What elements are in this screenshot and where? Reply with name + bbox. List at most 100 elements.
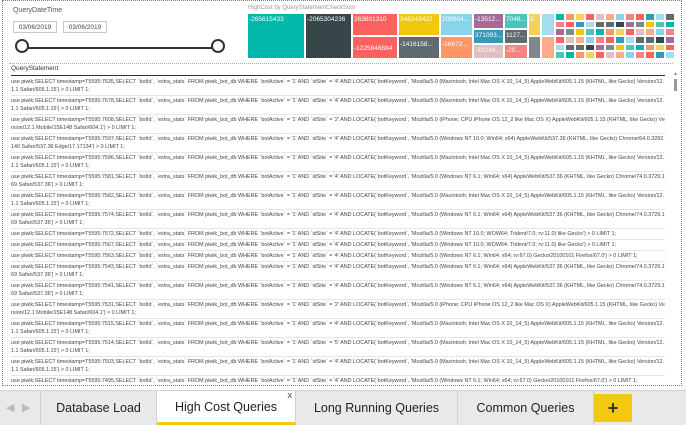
treemap-cell[interactable] xyxy=(565,28,575,36)
treemap-cell[interactable] xyxy=(665,20,675,29)
treemap-cell[interactable] xyxy=(575,28,585,36)
treemap-cell[interactable] xyxy=(615,28,625,36)
treemap-cell[interactable]: 263801310 xyxy=(352,13,398,36)
treemap-cell[interactable] xyxy=(625,20,635,29)
treemap-cell[interactable] xyxy=(565,51,575,59)
treemap-cell[interactable] xyxy=(605,51,615,59)
treemap-cell[interactable] xyxy=(615,13,625,21)
treemap-cell[interactable] xyxy=(665,51,675,59)
table-row[interactable]: use piwik;SELECT timestamp=T5595:7563,SE… xyxy=(11,251,665,262)
treemap-cell[interactable] xyxy=(665,43,675,52)
slider-end-handle[interactable] xyxy=(211,39,225,53)
treemap-cell[interactable] xyxy=(595,36,605,44)
treemap-cell[interactable] xyxy=(635,20,645,29)
treemap-cell[interactable] xyxy=(555,28,565,36)
treemap-cell[interactable] xyxy=(595,20,605,29)
table-scrollbar[interactable]: ▲ xyxy=(673,71,678,383)
treemap-cell[interactable] xyxy=(605,43,615,52)
treemap-cell[interactable] xyxy=(585,51,595,59)
table-header[interactable]: QueryStatement xyxy=(11,65,58,72)
treemap-cell[interactable] xyxy=(635,28,645,36)
table-row[interactable]: use piwik;SELECT timestamp=T5595:7543,SE… xyxy=(11,262,665,281)
treemap-cell[interactable] xyxy=(625,43,635,52)
treemap-cell[interactable] xyxy=(585,36,595,44)
table-row[interactable]: use piwik;SELECT timestamp=T5595:7541,SE… xyxy=(11,281,665,300)
treemap-cell[interactable] xyxy=(635,36,645,44)
treemap-cell[interactable] xyxy=(635,43,645,52)
treemap-chart[interactable]: -265615433 -2065304236 263801310 -122584… xyxy=(247,13,675,59)
treemap-cell[interactable] xyxy=(655,43,665,52)
treemap-cell[interactable] xyxy=(575,43,585,52)
treemap-cell[interactable]: -265615433 xyxy=(247,13,305,59)
treemap-cell[interactable] xyxy=(585,13,595,21)
treemap-cell[interactable] xyxy=(635,51,645,59)
treemap-cell[interactable] xyxy=(541,13,555,36)
slider-start-handle[interactable] xyxy=(15,39,29,53)
scroll-thumb[interactable] xyxy=(674,79,677,91)
treemap-cell[interactable] xyxy=(615,20,625,29)
treemap-cell[interactable] xyxy=(645,13,655,21)
treemap-cell[interactable] xyxy=(565,36,575,44)
treemap-small-cells[interactable] xyxy=(555,13,675,59)
table-row[interactable]: use piwik;SELECT timestamp=T5595:7574,SE… xyxy=(11,210,665,229)
treemap-cell[interactable] xyxy=(655,51,665,59)
treemap-cell[interactable] xyxy=(665,13,675,21)
scroll-up-icon[interactable]: ▲ xyxy=(673,71,678,77)
treemap-cell[interactable] xyxy=(575,36,585,44)
treemap-cell[interactable] xyxy=(615,43,625,52)
table-row[interactable]: use piwik;SELECT timestamp=T5595:7495,SE… xyxy=(11,376,665,385)
treemap-cell[interactable] xyxy=(595,28,605,36)
close-icon[interactable]: x xyxy=(288,379,293,411)
treemap-cell[interactable]: -13512... xyxy=(473,13,504,29)
treemap-cell[interactable]: 371093... xyxy=(473,29,504,44)
treemap-cell[interactable] xyxy=(555,43,565,52)
treemap-cell[interactable] xyxy=(625,51,635,59)
treemap-cell[interactable] xyxy=(585,20,595,29)
treemap-cell[interactable] xyxy=(565,13,575,21)
table-row[interactable]: use piwik;SELECT timestamp=T5595:7515,SE… xyxy=(11,319,665,338)
treemap-cell[interactable] xyxy=(605,13,615,21)
table-row[interactable]: use piwik;SELECT timestamp=T5595:7514,SE… xyxy=(11,338,665,357)
treemap-cell[interactable] xyxy=(555,13,565,21)
treemap-cell[interactable] xyxy=(575,51,585,59)
treemap-cell[interactable] xyxy=(665,28,675,36)
treemap-cell[interactable] xyxy=(595,13,605,21)
treemap-cell[interactable] xyxy=(645,36,655,44)
treemap-cell[interactable] xyxy=(645,43,655,52)
table-row[interactable]: use piwik;SELECT timestamp=T5595:7635,SE… xyxy=(11,77,665,96)
treemap-cell[interactable] xyxy=(565,43,575,52)
treemap-cell[interactable]: 7048... xyxy=(504,13,528,29)
table-row[interactable]: use piwik;SELECT timestamp=T5595:7678,SE… xyxy=(11,96,665,115)
treemap-cell[interactable] xyxy=(555,51,565,59)
treemap-cell[interactable] xyxy=(615,51,625,59)
tab-long-running-queries[interactable]: Long Running Queries xyxy=(296,391,458,425)
add-page-button[interactable]: + xyxy=(594,394,632,422)
treemap-cell[interactable] xyxy=(528,36,541,59)
table-row[interactable]: use piwik;SELECT timestamp=T5595:7597,SE… xyxy=(11,134,665,153)
treemap-cell[interactable]: 1127... xyxy=(504,29,528,44)
table-row[interactable]: use piwik;SELECT timestamp=T5595:7567,SE… xyxy=(11,240,665,251)
treemap-cell[interactable] xyxy=(575,13,585,21)
treemap-cell[interactable]: -16873... xyxy=(440,36,473,59)
treemap-cell[interactable]: 209904... xyxy=(440,13,473,36)
treemap-cell[interactable] xyxy=(655,28,665,36)
treemap-cell[interactable] xyxy=(625,28,635,36)
slider-track[interactable] xyxy=(22,47,220,49)
treemap-cell[interactable] xyxy=(655,20,665,29)
treemap-cell[interactable] xyxy=(605,28,615,36)
treemap-cell[interactable] xyxy=(555,20,565,29)
treemap-cell[interactable] xyxy=(645,20,655,29)
treemap-cell[interactable] xyxy=(625,36,635,44)
treemap-cell[interactable]: 5... xyxy=(528,13,541,36)
treemap-cell[interactable] xyxy=(555,36,565,44)
table-row[interactable]: use piwik;SELECT timestamp=T5595:7503,SE… xyxy=(11,357,665,376)
prev-page-icon[interactable]: ◀ xyxy=(6,401,14,414)
treemap-cell[interactable]: -20... xyxy=(504,44,528,59)
treemap-cell[interactable] xyxy=(595,43,605,52)
treemap-cell[interactable]: -2065304236 xyxy=(305,13,352,59)
start-date-input[interactable]: 03/06/2019 xyxy=(13,21,57,33)
next-page-icon[interactable]: ▶ xyxy=(22,401,30,414)
query-table[interactable]: use piwik;SELECT timestamp=T5595:7635,SE… xyxy=(11,77,665,385)
end-date-input[interactable]: 03/06/2019 xyxy=(63,21,107,33)
treemap-cell[interactable] xyxy=(575,20,585,29)
